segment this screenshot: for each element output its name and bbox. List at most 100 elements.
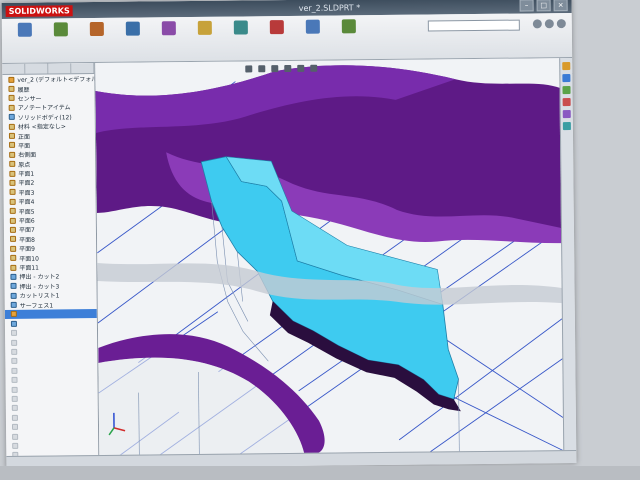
projection-wall [0,466,640,480]
ribbon-tool-7[interactable] [224,20,258,56]
ribbon-tool-8[interactable] [260,20,294,56]
tree-rows: ver_2 (デフォルト<デフォルト>) 履歴 センサー アノテートアイテム ソリッドボ… [2,74,99,457]
display-style-icon[interactable] [310,64,318,72]
user-icon[interactable] [544,19,554,29]
status-tab-3[interactable] [108,461,160,462]
feature-node-icon [10,254,17,262]
ribbon-tool-4[interactable] [116,21,150,57]
settings-icon[interactable] [556,19,566,29]
tree-item-label: 正面 [17,133,31,141]
feature-node-icon [11,386,18,393]
feature-node-icon [9,151,16,158]
ribbon-tool-icon [161,21,176,36]
feature-node-icon [9,217,16,224]
feature-node-icon [11,377,18,384]
tree-item-label: 平面9 [19,245,36,254]
ribbon-tool-6[interactable] [188,20,222,57]
command-manager [1,13,573,80]
tree-item-label: ver_2 (デフォルト<デフォルト>) [17,76,100,85]
tab-dimxpert[interactable] [71,63,95,74]
minimize-button[interactable]: – [519,0,534,12]
tree-item-label: 平面1 [18,170,35,178]
ribbon-tool-1[interactable] [8,22,42,59]
task-pane-icon[interactable] [562,74,571,83]
feature-node-icon [10,292,17,299]
task-pane [559,58,577,452]
feature-node-icon [9,198,16,205]
tab-property-manager[interactable] [25,63,49,74]
feature-node-icon [8,123,15,130]
tree-item-label: 平面10 [19,255,39,263]
tree-item[interactable]: ver_2 (デフォルト<デフォルト>) [2,74,99,84]
feature-node-icon [8,85,15,93]
feature-node-icon [8,132,15,139]
ribbon-tool-2[interactable] [44,22,78,58]
status-tabs [6,461,160,463]
feature-node-icon [11,358,18,365]
maximize-button[interactable]: □ [536,0,551,12]
previous-view-icon[interactable] [271,65,279,73]
section-view-icon[interactable] [284,64,292,73]
view-orientation-icon[interactable] [297,64,305,72]
ribbon-tool-icon [89,21,104,37]
feature-node-icon [11,339,18,346]
task-pane-icon[interactable] [562,86,571,95]
solidworks-window: SOLIDWORKS ver_2.SLDPRT * – □ × ver_2 (デ… [1,0,577,469]
ribbon-tool-icon [197,20,212,35]
feature-node-icon [12,442,19,449]
app-logo: SOLIDWORKS [5,4,73,17]
ribbon-tool-3[interactable] [80,21,114,58]
feature-node-icon [9,179,16,186]
feature-node-icon [9,142,16,149]
feature-node-icon [10,320,17,327]
tree-item-label: 押出 - カット2 [19,273,60,282]
feature-node-icon [10,236,17,243]
lower-ground [98,357,305,456]
task-pane-icon[interactable] [562,62,571,71]
task-pane-icon[interactable] [562,110,571,119]
ribbon-tool-10[interactable] [332,19,366,55]
feature-node-icon [11,405,18,412]
feature-manager-tree: ver_2 (デフォルト<デフォルト>) 履歴 センサー アノテートアイテム ソリッドボ… [2,63,100,457]
status-tab-2[interactable] [57,461,109,463]
close-button[interactable]: × [553,0,568,12]
feature-node-icon [11,414,18,421]
ribbon-tool-9[interactable] [296,19,330,56]
feature-node-icon [10,245,17,252]
tab-configuration-manager[interactable] [48,63,72,74]
status-tab-1[interactable] [6,462,58,463]
zoom-area-icon[interactable] [258,65,266,73]
task-pane-icon[interactable] [562,98,571,107]
help-icon[interactable] [532,19,542,29]
zoom-fit-icon[interactable] [245,65,253,73]
feature-node-icon [9,189,16,196]
feature-node-icon [10,264,17,271]
tree-item-label: 右側面 [18,151,37,160]
tree-item-label: 平面3 [18,189,35,197]
tree-item-label: 履歴 [17,86,30,94]
ribbon-tool-icon [53,22,68,37]
tree-item-label: センサー [17,95,42,103]
task-pane-icon[interactable] [562,122,571,131]
feature-node-icon [9,226,16,233]
ribbon-tool-5[interactable] [152,21,186,57]
search-input[interactable] [427,19,520,32]
tab-feature-manager[interactable] [2,63,26,74]
ribbon-tool-icon [269,20,284,35]
feature-node-icon [9,170,16,177]
feature-node-icon [8,104,15,111]
graphics-viewport[interactable] [95,58,565,456]
feature-node-icon [11,330,18,337]
tree-item-label: 平面11 [19,264,40,272]
feature-node-icon [8,114,15,121]
tree-item-label: 平面8 [19,236,35,244]
tree-item-label: 平面 [18,142,31,150]
tree-item-label: サーフェス1 [19,302,54,310]
feature-node-icon [10,283,17,290]
tree-item-label: 押出 - カット3 [19,283,60,291]
feature-node-icon [11,395,18,402]
help-icons [532,19,566,29]
feature-node-icon [10,301,17,308]
tree-item-label: 材料 <指定なし> [17,123,66,131]
tree-item-label: 原点 [18,161,31,169]
